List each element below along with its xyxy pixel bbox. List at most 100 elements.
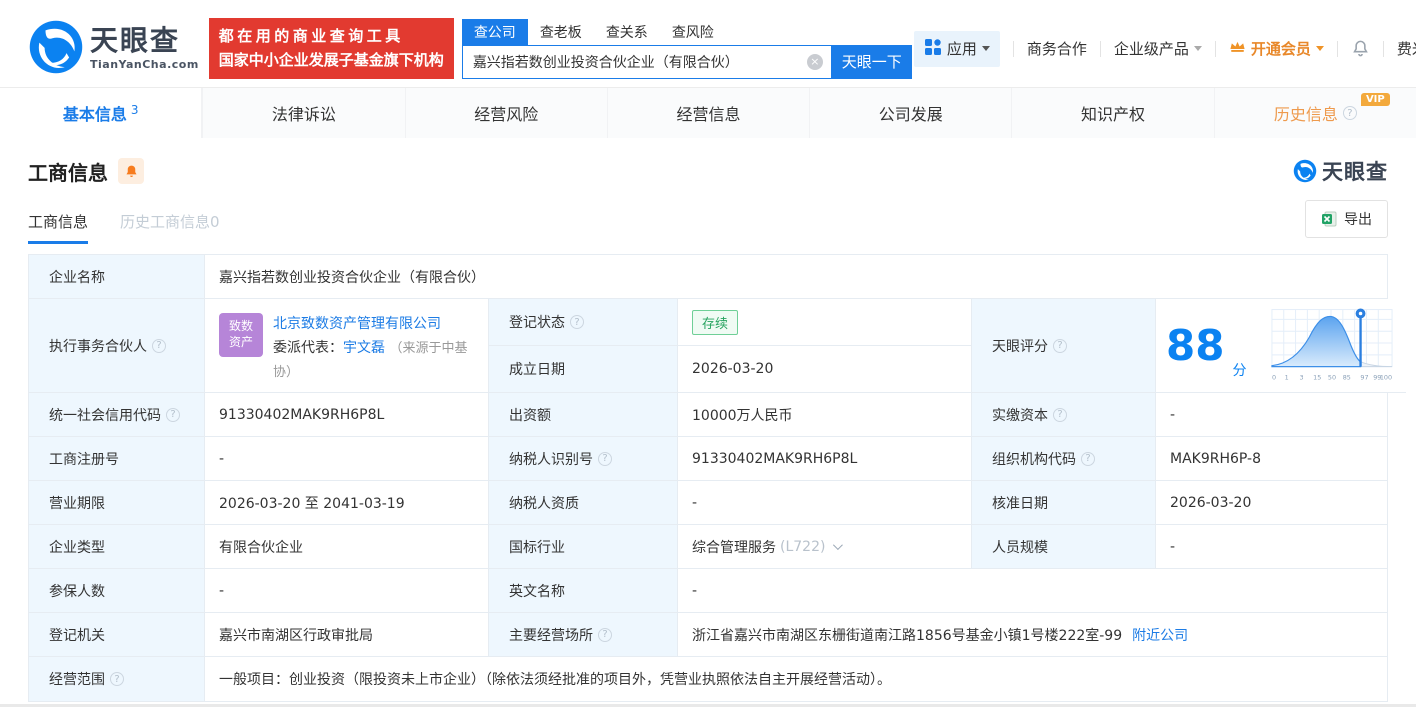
field-label: 主要经营场所 xyxy=(489,613,678,657)
field-label: 登记机关 xyxy=(29,613,205,657)
monitor-bell-button[interactable] xyxy=(118,158,144,184)
chevron-down-icon[interactable] xyxy=(833,540,844,551)
table-row: 企业名称 嘉兴指若数创业投资合伙企业（有限合伙） xyxy=(29,255,1387,299)
divider xyxy=(1012,40,1014,57)
enterprise-products-label: 企业级产品 xyxy=(1113,40,1189,58)
company-nav-tabs: 基本信息 3 法律诉讼 经营风险 经营信息 公司发展 知识产权 VIP 历史信息 xyxy=(0,88,1416,138)
search-tab-company[interactable]: 查公司 xyxy=(461,18,528,45)
svg-text:15: 15 xyxy=(1314,373,1322,381)
slogan-line1: 都在用的商业查询工具 xyxy=(218,27,404,46)
field-label: 执行事务合伙人 xyxy=(29,299,205,393)
divider xyxy=(1214,40,1216,57)
nearby-companies-link[interactable]: 附近公司 xyxy=(1132,625,1188,645)
tab-operation-info[interactable]: 经营信息 xyxy=(606,88,809,138)
business-cooperation-link[interactable]: 商务合作 xyxy=(1027,38,1087,59)
tab-label: 知识产权 xyxy=(1081,105,1146,124)
excel-icon xyxy=(1322,211,1337,227)
help-icon[interactable] xyxy=(1053,407,1067,422)
help-icon[interactable] xyxy=(598,627,612,642)
search-tab-relation[interactable]: 查关系 xyxy=(594,19,660,45)
establish-date-value: 2026-03-20 xyxy=(678,346,972,393)
paid-capital-value: - xyxy=(1156,393,1387,437)
apps-label: 应用 xyxy=(946,40,977,58)
search-input[interactable] xyxy=(472,53,807,70)
taxpayer-quality-value: - xyxy=(678,481,972,525)
svg-text:1: 1 xyxy=(1285,373,1289,381)
export-button[interactable]: 导出 xyxy=(1305,200,1388,238)
field-label: 天眼评分 xyxy=(972,299,1156,393)
tianyancha-swirl-icon xyxy=(28,19,84,79)
industry-value: 综合管理服务 (L722) xyxy=(678,525,972,569)
score-number: 88 xyxy=(1166,320,1225,370)
field-label: 国标行业 xyxy=(489,525,678,569)
tab-basic-info[interactable]: 基本信息 3 xyxy=(0,88,203,138)
tianyancha-watermark: 天眼查 xyxy=(1293,156,1388,186)
rep-name-link[interactable]: 宇文磊 xyxy=(343,340,385,356)
help-icon[interactable] xyxy=(152,338,166,353)
header-menu: 应用 商务合作 企业级产品 开通会员 费 xyxy=(913,30,1416,67)
section-title: 工商信息 xyxy=(28,160,108,185)
tab-operation-risk[interactable]: 经营风险 xyxy=(404,88,607,138)
field-label: 营业期限 xyxy=(29,481,205,525)
user-menu[interactable]: 费米 xyxy=(1397,38,1416,59)
field-label: 组织机构代码 xyxy=(972,437,1156,481)
svg-text:100: 100 xyxy=(1380,373,1392,381)
field-label: 人员规模 xyxy=(972,525,1156,569)
open-vip-menu[interactable]: 开通会员 xyxy=(1229,38,1324,59)
reg-authority-value: 嘉兴市南湖区行政审批局 xyxy=(205,613,489,657)
tab-intellectual-property[interactable]: 知识产权 xyxy=(1011,88,1213,138)
industry-code: (L722) xyxy=(780,538,826,555)
table-row: 统一社会信用代码 91330402MAK9RH6P8L 出资额 10000万人民… xyxy=(29,393,1387,437)
table-row: 登记机关 嘉兴市南湖区行政审批局 主要经营场所 浙江省嘉兴市南湖区东栅街道南江路… xyxy=(29,613,1387,657)
main-content: 工商信息 天眼查 工商信息 历史工商信息0 导出 企业名称 嘉兴指若数创业投资合… xyxy=(0,156,1416,702)
search-tab-risk[interactable]: 查风险 xyxy=(660,19,726,45)
executive-partner-value: 致数 资产 北京致数资产管理有限公司 委派代表：宇文磊 （来源于中基协） xyxy=(205,299,489,393)
help-icon[interactable] xyxy=(1342,106,1357,120)
crown-icon xyxy=(1229,39,1246,58)
business-scope-value: 一般项目：创业投资（限投资未上市企业）（除依法须经批准的项目外，凭营业执照依法自… xyxy=(205,657,1387,701)
bell-icon xyxy=(1353,40,1368,57)
field-label: 英文名称 xyxy=(489,569,678,613)
help-icon[interactable] xyxy=(570,315,584,329)
help-icon[interactable] xyxy=(1053,338,1067,353)
site-logo[interactable]: 天眼查 TianYanCha.com xyxy=(28,19,199,79)
enterprise-products-menu[interactable]: 企业级产品 xyxy=(1114,38,1202,59)
apps-menu[interactable]: 应用 xyxy=(913,30,1000,67)
field-label: 登记状态 xyxy=(489,299,678,346)
search-tab-boss[interactable]: 查老板 xyxy=(528,19,594,45)
svg-text:85: 85 xyxy=(1343,373,1351,381)
table-row: 营业期限 2026-03-20 至 2041-03-19 纳税人资质 - 核准日… xyxy=(29,481,1387,525)
partner-company-link[interactable]: 北京致数资产管理有限公司 xyxy=(273,316,441,332)
help-icon[interactable] xyxy=(1081,451,1095,466)
help-icon[interactable] xyxy=(598,451,612,466)
table-row: 经营范围 一般项目：创业投资（限投资未上市企业）（除依法须经批准的项目外，凭营业… xyxy=(29,657,1387,701)
field-label: 出资额 xyxy=(489,393,678,437)
score-unit: 分 xyxy=(1232,363,1247,379)
tab-company-development[interactable]: 公司发展 xyxy=(809,88,1011,138)
tab-label: 经营风险 xyxy=(474,105,539,124)
company-type-value: 有限合伙企业 xyxy=(205,525,489,569)
tab-legal-proceedings[interactable]: 法律诉讼 xyxy=(202,88,404,138)
table-row: 参保人数 - 英文名称 - xyxy=(29,569,1387,613)
clear-search-icon[interactable] xyxy=(806,53,823,70)
reg-number-value: - xyxy=(205,437,489,481)
tab-history-info[interactable]: VIP 历史信息 xyxy=(1213,88,1416,138)
tab-count: 3 xyxy=(130,103,139,117)
slogan-banner: 都在用的商业查询工具 国家中小企业发展子基金旗下机构 xyxy=(208,18,454,79)
help-icon[interactable] xyxy=(166,407,180,422)
subtab-business-info[interactable]: 工商信息 xyxy=(28,211,89,244)
insured-count-value: - xyxy=(205,569,489,613)
partner-avatar[interactable]: 致数 资产 xyxy=(219,313,263,357)
logo-name: 天眼查 xyxy=(90,24,181,57)
logo-domain: TianYanCha.com xyxy=(90,58,199,71)
search-button[interactable]: 天眼一下 xyxy=(831,44,912,79)
help-icon[interactable] xyxy=(110,672,124,686)
field-label: 经营范围 xyxy=(29,657,205,701)
divider xyxy=(1382,40,1384,57)
notifications-bell[interactable] xyxy=(1351,39,1370,58)
subtab-history-business-info[interactable]: 历史工商信息0 xyxy=(120,211,220,244)
english-name-value: - xyxy=(678,569,1387,613)
chevron-down-icon xyxy=(981,46,990,51)
tab-label: 经营信息 xyxy=(676,105,741,124)
chevron-down-icon xyxy=(1315,46,1324,51)
